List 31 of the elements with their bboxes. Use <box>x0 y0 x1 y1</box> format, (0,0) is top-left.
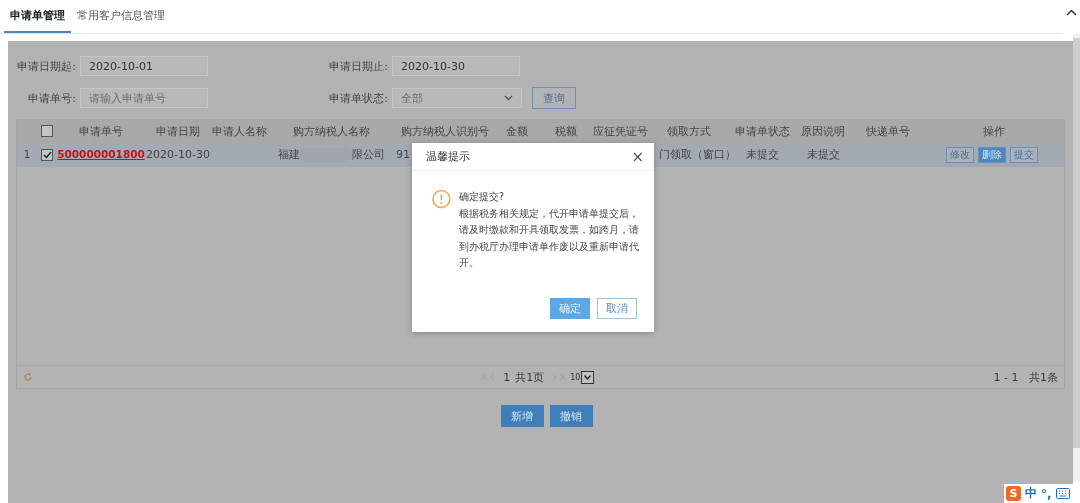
page-size: 10 <box>570 372 581 382</box>
column-header: 应征凭证号 <box>593 125 647 137</box>
dialog-title: 温馨提示 <box>426 149 470 164</box>
table-cell: 未提交 <box>745 148 779 161</box>
column-header: 税额 <box>553 125 578 137</box>
field-label: 申请单号: <box>27 90 77 106</box>
row-number: 1 <box>22 148 32 161</box>
dialog-message: 根据税务相关规定，代开申请单提交后，请及时缴款和开具领取发票，如跨月，请到办税厅办理申请单作废以及重新申请代开。 <box>458 206 640 270</box>
column-header: 购方纳税人识别号 <box>400 125 490 137</box>
column-header: 领取方式 <box>666 125 712 137</box>
table-cell: 91 <box>396 148 410 161</box>
column-header: 金额 <box>504 125 529 137</box>
column-header: 操作 <box>981 125 1006 137</box>
column-header: 申请单状态 <box>733 125 791 137</box>
page-count: 共1页 <box>515 369 545 385</box>
table-cell: 福建 <box>277 147 300 162</box>
column-header: 原因说明 <box>800 125 846 137</box>
column-header: 申请人名称 <box>211 125 267 137</box>
record-summary: 1 - 1 共1条 <box>993 369 1058 385</box>
table-cell: 限公司 <box>351 147 385 162</box>
field-label: 申请单状态: <box>328 90 389 106</box>
column-header: 购方纳税人名称 <box>291 125 371 137</box>
field-label: 申请日期起: <box>16 58 77 74</box>
field-label: 申请日期止: <box>328 58 389 74</box>
dialog-heading: 确定提交? <box>458 190 505 204</box>
column-header: 申请日期 <box>155 125 201 137</box>
column-header: 快递单号 <box>865 125 911 137</box>
column-header: 申请单号 <box>78 125 124 137</box>
table-cell: 门领取（窗口） <box>659 148 736 161</box>
table-cell: 2020-10-30 <box>146 148 210 161</box>
table-cell: 未提交 <box>806 148 840 161</box>
